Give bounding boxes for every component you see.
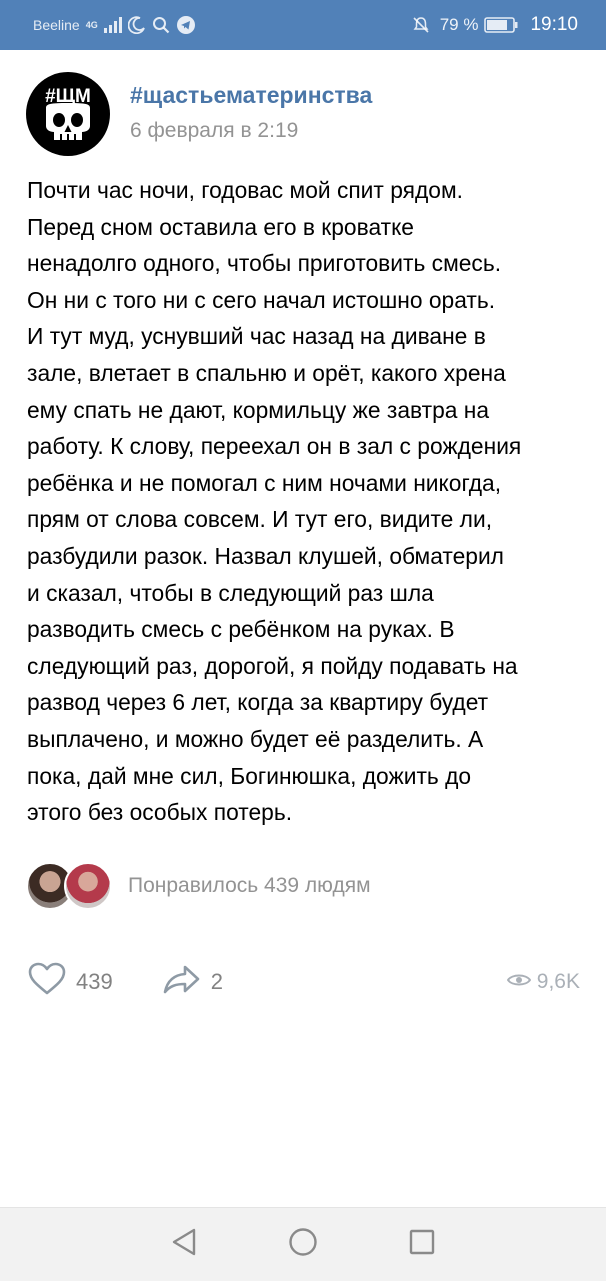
post-text-line: Перед сном оставила его в кроватке <box>27 213 414 240</box>
post-text-line: И тут муд, уснувший час назад на диване … <box>27 323 486 350</box>
post-text-line: пока, дай мне сил, Богинюшка, дожить до <box>27 762 472 789</box>
post-text-line: Он ни с того ни с сего начал истошно ора… <box>27 286 496 313</box>
liker-avatar[interactable] <box>64 862 112 910</box>
likes-summary-text[interactable]: Понравилось 439 людям <box>128 874 371 898</box>
post-text-line: прям от слова совсем. И тут его, видите … <box>27 506 493 533</box>
post-actions: 439 2 9,6K <box>28 962 580 1002</box>
post-text-line: выплачено, и можно будет её разделить. А <box>27 725 484 752</box>
post-text-line: зале, влетает в спальню и орёт, какого х… <box>27 359 506 386</box>
post-text-line: следующий раз, дорогой, я пойду подавать… <box>27 652 518 679</box>
share-button[interactable]: 2 <box>163 964 223 1000</box>
network-type: 4G <box>85 20 98 30</box>
system-nav-bar <box>0 1207 606 1281</box>
telegram-icon <box>176 15 196 35</box>
share-count: 2 <box>210 969 223 994</box>
post-text-line: работу. К слову, переехал он в зал с рож… <box>27 433 522 460</box>
mute-icon <box>412 16 430 34</box>
post-text: Почти час ночи, годовас мой спит рядом. … <box>27 172 587 831</box>
group-avatar[interactable]: #ЩМ <box>26 72 110 156</box>
status-bar: Beeline 4G 79 % 19:10 <box>0 0 606 50</box>
post-text-line: Почти час ночи, годовас мой спит рядом. <box>27 177 463 203</box>
like-count: 439 <box>76 969 113 994</box>
post-text-line: развод через 6 лет, когда за квартиру бу… <box>27 689 489 716</box>
post-text-line: ему спать не дают, кормильцу же завтра н… <box>27 396 490 423</box>
home-icon[interactable] <box>288 1227 318 1262</box>
likes-summary[interactable]: Понравилось 439 людям <box>26 862 371 910</box>
recents-icon[interactable] <box>408 1228 436 1261</box>
battery-percent: 79 % <box>439 15 479 34</box>
post-text-line: этого без особых потерь. <box>27 799 293 826</box>
post-text-line: разводить смесь с ребёнком на руках. В <box>27 616 455 643</box>
post-date[interactable]: 6 февраля в 2:19 <box>130 119 372 143</box>
group-name-link[interactable]: #щастьематеринства <box>130 82 372 109</box>
battery-icon <box>484 17 518 33</box>
post-text-line: разбудили разок. Назвал клушей, обматери… <box>27 542 504 569</box>
clock: 19:10 <box>530 14 578 35</box>
search-icon <box>152 16 170 34</box>
skull-icon <box>46 103 90 140</box>
back-icon[interactable] <box>170 1227 198 1262</box>
post-text-line: ребёнка и не помогал с ним ночами никогд… <box>27 469 502 496</box>
signal-icon <box>103 17 122 33</box>
views-counter: 9,6K <box>506 970 580 994</box>
view-count: 9,6K <box>536 970 580 993</box>
post-header: #ЩМ #щастьематеринства 6 февраля в 2:19 <box>26 72 372 156</box>
eye-icon <box>506 970 532 994</box>
heart-icon <box>28 962 66 1002</box>
carrier-name: Beeline <box>33 17 80 33</box>
post-text-line: и сказал, чтобы в следующий раз шла <box>27 579 434 606</box>
avatar-label: #ЩМ <box>45 86 91 107</box>
moon-icon <box>127 16 146 34</box>
share-icon <box>163 964 201 1000</box>
post-text-line: ненадолго одного, чтобы приготовить смес… <box>27 250 502 277</box>
like-button[interactable]: 439 <box>28 962 113 1002</box>
